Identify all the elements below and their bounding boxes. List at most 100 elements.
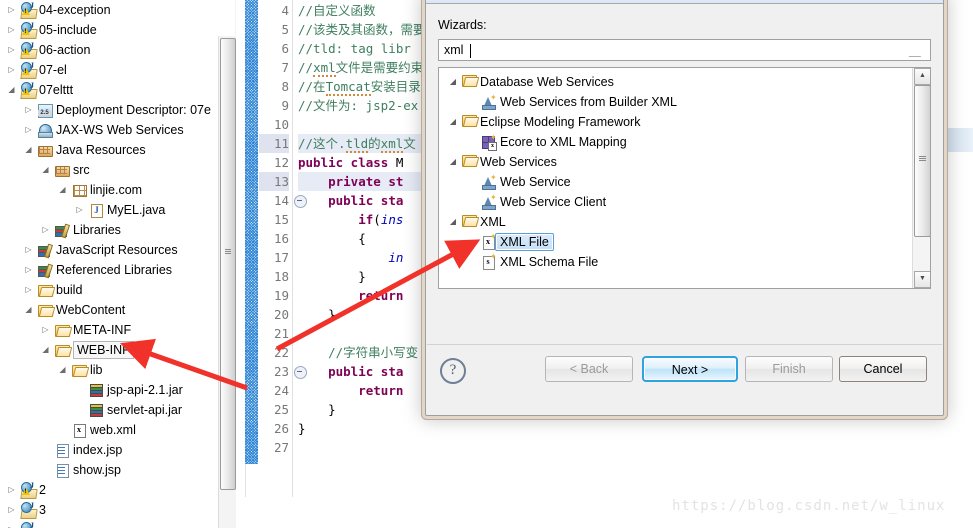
tree-item-java-resources[interactable]: ◢ Java Resources	[0, 140, 218, 160]
chevron-right-icon[interactable]: ▷	[23, 120, 34, 140]
chevron-right-icon[interactable]: ▷	[40, 320, 51, 340]
wizard-tree-rows[interactable]: ◢ Database Web Services ✦ Web Services from…	[439, 68, 913, 288]
wizard-item-web-service[interactable]: ✦ Web Service	[439, 172, 913, 192]
chevron-down-icon[interactable]: ◢	[447, 212, 459, 232]
tree-item-linjie-com[interactable]: ◢ linjie.com	[0, 180, 218, 200]
wizard-item-xml-schema-file[interactable]: s ✦ XML Schema File	[439, 252, 913, 272]
wizard-item-xml[interactable]: ◢ XML	[439, 212, 913, 232]
code-line[interactable]: }	[298, 400, 336, 419]
code-line[interactable]: //文件为: jsp2-ex	[298, 96, 418, 115]
wizard-item-database-web-services[interactable]: ◢ Database Web Services	[439, 72, 913, 92]
code-line[interactable]: public class M	[298, 153, 403, 172]
tree-item-meta-inf[interactable]: ▷ META-INF	[0, 320, 218, 340]
tree-item-partial[interactable]: ▷J	[0, 520, 218, 528]
code-line[interactable]: //xml文件是需要约束	[298, 58, 423, 77]
wizard-tree-scrollbar[interactable]: ▲ ▼	[912, 68, 930, 288]
wizard-item-xml-file[interactable]: x ✦ XML File	[439, 232, 913, 252]
code-line[interactable]: public sta	[298, 191, 403, 210]
tree-item-web-xml[interactable]: x web.xml	[0, 420, 218, 440]
tree-item-05-include[interactable]: ▷J05-include	[0, 20, 218, 40]
chevron-down-icon[interactable]: ◢	[447, 152, 459, 172]
chevron-right-icon[interactable]: ▷	[6, 480, 17, 500]
fold-collapse-icon[interactable]	[294, 195, 307, 208]
explorer-scrollbar-thumb[interactable]	[220, 38, 236, 490]
chevron-down-icon[interactable]: ◢	[40, 160, 51, 180]
wizard-tree-scrollbar-thumb[interactable]	[914, 85, 930, 237]
code-line[interactable]: //自定义函数	[298, 1, 376, 20]
code-line[interactable]: in	[298, 248, 403, 267]
chevron-right-icon[interactable]: ▷	[23, 260, 34, 280]
tree-item-index-jsp[interactable]: index.jsp	[0, 440, 218, 460]
tree-item-3[interactable]: ▷ J 3	[0, 500, 218, 520]
code-line[interactable]: return	[298, 286, 403, 305]
tree-item-javascript-resources[interactable]: ▷ JavaScript Resources	[0, 240, 218, 260]
chevron-down-icon[interactable]: ◢	[447, 112, 459, 132]
next-button[interactable]: Next >	[642, 356, 738, 382]
chevron-down-icon[interactable]: ◢	[6, 80, 17, 100]
code-line[interactable]: return	[298, 381, 403, 400]
chevron-right-icon[interactable]: ▷	[6, 40, 17, 60]
tree-item-build[interactable]: ▷ build	[0, 280, 218, 300]
chevron-right-icon[interactable]: ▷	[6, 500, 17, 520]
code-line[interactable]: }	[298, 419, 306, 438]
wizard-tree[interactable]: ◢ Database Web Services ✦ Web Services from…	[438, 67, 931, 289]
chevron-right-icon[interactable]: ▷	[23, 100, 34, 120]
tree-item-06-action[interactable]: ▷J06-action	[0, 40, 218, 60]
tree-item-libraries[interactable]: ▷ Libraries	[0, 220, 218, 240]
scroll-up-arrow-icon[interactable]: ▲	[914, 68, 930, 85]
tree-item-webcontent[interactable]: ◢ WebContent	[0, 300, 218, 320]
explorer-scrollbar[interactable]	[218, 0, 236, 528]
tree-item-07-el[interactable]: ▷J07-el	[0, 60, 218, 80]
cancel-button[interactable]: Cancel	[839, 356, 927, 382]
fold-collapse-icon[interactable]	[294, 366, 307, 379]
tree-item-lib[interactable]: ◢ lib	[0, 360, 218, 380]
code-line[interactable]: }	[298, 305, 336, 324]
code-line[interactable]: public sta	[298, 362, 403, 381]
chevron-right-icon[interactable]: ▷	[6, 60, 17, 80]
tree-item-src[interactable]: ◢ src	[0, 160, 218, 180]
chevron-down-icon[interactable]: ◢	[57, 180, 68, 200]
project-explorer-panel[interactable]: ▷J04-exception▷J05-include▷J06-action▷J0…	[0, 0, 218, 528]
wizard-item-eclipse-modeling-framework[interactable]: ◢ Eclipse Modeling Framework	[439, 112, 913, 132]
tree-item-07elttt[interactable]: ◢J07elttt	[0, 80, 218, 100]
code-line[interactable]: {	[298, 229, 366, 248]
wizard-item-web-services-from-builder-xml[interactable]: ✦ Web Services from Builder XML	[439, 92, 913, 112]
code-line[interactable]: //该类及其函数，需要	[298, 20, 426, 39]
chevron-right-icon[interactable]: ▷	[74, 200, 85, 220]
code-line[interactable]: //在Tomcat安装目录	[298, 77, 421, 96]
tree-item-referenced-libraries[interactable]: ▷ Referenced Libraries	[0, 260, 218, 280]
chevron-down-icon[interactable]: ◢	[57, 360, 68, 380]
wizard-filter-input[interactable]: xml	[438, 39, 931, 61]
tree-item-servlet-api-jar[interactable]: servlet-api.jar	[0, 400, 218, 420]
tree-item-2[interactable]: ▷J2	[0, 480, 218, 500]
code-line[interactable]: //字符串小写变	[298, 343, 418, 362]
scroll-down-arrow-icon[interactable]: ▼	[914, 271, 930, 288]
chevron-right-icon[interactable]: ▷	[6, 0, 17, 20]
chevron-right-icon[interactable]: ▷	[6, 520, 17, 528]
wizard-item-web-service-client[interactable]: ✦ Web Service Client	[439, 192, 913, 212]
chevron-right-icon[interactable]: ▷	[23, 280, 34, 300]
clear-icon[interactable]	[908, 44, 926, 58]
tree-item-show-jsp[interactable]: show.jsp	[0, 460, 218, 480]
new-wizard-dialog[interactable]: Wizards: xml ◢ Database Web Services ✦ Web …	[425, 0, 944, 416]
code-line[interactable]: }	[298, 267, 366, 286]
chevron-right-icon[interactable]: ▷	[6, 20, 17, 40]
chevron-down-icon[interactable]: ◢	[447, 72, 459, 92]
tree-item-jax-ws-web-services[interactable]: ▷ JAX-WS Web Services	[0, 120, 218, 140]
code-line[interactable]: //tld: tag libr	[298, 39, 411, 58]
wizard-item-ecore-to-xml-mapping[interactable]: x ✦ Ecore to XML Mapping	[439, 132, 913, 152]
tree-item-04-exception[interactable]: ▷J04-exception	[0, 0, 218, 20]
wizard-item-web-services[interactable]: ◢ Web Services	[439, 152, 913, 172]
chevron-down-icon[interactable]: ◢	[40, 340, 51, 360]
chevron-down-icon[interactable]: ◢	[23, 300, 34, 320]
chevron-down-icon[interactable]: ◢	[23, 140, 34, 160]
finish-button[interactable]: Finish	[745, 356, 833, 382]
code-line[interactable]: if(ins	[298, 210, 403, 229]
tree-item-myel-java[interactable]: ▷ J MyEL.java	[0, 200, 218, 220]
chevron-right-icon[interactable]: ▷	[40, 220, 51, 240]
tree-item-deployment-descriptor-07e[interactable]: ▷ 2.5 Deployment Descriptor: 07e	[0, 100, 218, 120]
tree-item-jsp-api-2-1-jar[interactable]: jsp-api-2.1.jar	[0, 380, 218, 400]
back-button[interactable]: < Back	[545, 356, 633, 382]
chevron-right-icon[interactable]: ▷	[23, 240, 34, 260]
tree-item-web-inf[interactable]: ◢ WEB-INF	[0, 340, 218, 360]
